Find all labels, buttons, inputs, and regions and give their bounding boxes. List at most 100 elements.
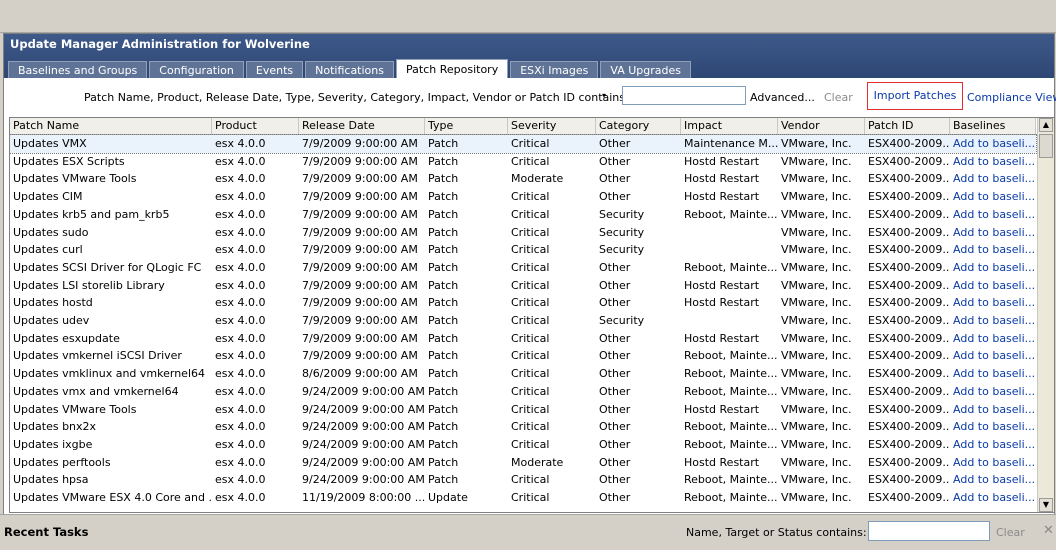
table-row[interactable]: Updates udev esx 4.0.0 7/9/2009 9:00:00 AM… bbox=[10, 312, 1036, 330]
table-row[interactable]: Updates perftools esx 4.0.0 9/24/2009 9:00… bbox=[10, 454, 1036, 472]
table-cell: 7/9/2009 9:00:00 AM bbox=[302, 243, 418, 257]
advanced-link[interactable]: Advanced... bbox=[750, 91, 815, 104]
table-cell: Patch bbox=[428, 314, 459, 327]
table-row[interactable]: Updates vmklinux and vmkernel64 esx 4.0.0… bbox=[10, 365, 1036, 383]
table-cell: Other bbox=[599, 384, 631, 398]
add-to-baseline-link[interactable]: Add to baseli... bbox=[950, 365, 1036, 382]
table-row[interactable]: Updates hpsa esx 4.0.0 9/24/2009 9:00:00 A… bbox=[10, 471, 1036, 489]
add-to-baseline-link[interactable]: Add to baseli... bbox=[950, 277, 1036, 294]
table-cell: VMware, Inc. bbox=[781, 207, 852, 221]
table-cell: Other bbox=[599, 296, 631, 310]
column-header-patch-id[interactable]: Patch ID bbox=[865, 118, 950, 134]
table-row[interactable]: Updates VMware Tools esx 4.0.0 9/24/2009 9… bbox=[10, 401, 1036, 419]
column-header-type[interactable]: Type bbox=[425, 118, 508, 134]
table-cell: Security bbox=[599, 225, 645, 239]
scroll-thumb[interactable] bbox=[1039, 134, 1053, 158]
table-cell: Reboot, Mainte... bbox=[684, 260, 778, 274]
add-to-baseline-link[interactable]: Add to baseli... bbox=[950, 294, 1036, 311]
add-to-baseline-link[interactable]: Add to baseli... bbox=[950, 206, 1036, 223]
scroll-up-icon[interactable]: ▲ bbox=[1039, 118, 1053, 132]
close-icon[interactable]: ✕ bbox=[1043, 523, 1054, 538]
table-row[interactable]: Updates ESX Scripts esx 4.0.0 7/9/2009 9:0… bbox=[10, 153, 1036, 171]
column-header-category[interactable]: Category bbox=[596, 118, 681, 134]
filter-dropdown-icon[interactable]: ▾ bbox=[602, 91, 606, 100]
table-cell: Hostd Restart bbox=[684, 296, 760, 310]
table-cell: Patch bbox=[428, 278, 459, 292]
column-header-baselines[interactable]: Baselines bbox=[950, 118, 1036, 134]
table-cell: Updates hostd bbox=[13, 296, 93, 310]
table-row[interactable]: Updates krb5 and pam_krb5 esx 4.0.0 7/9/20… bbox=[10, 206, 1036, 224]
add-to-baseline-link[interactable]: Add to baseli... bbox=[950, 224, 1036, 241]
add-to-baseline-link[interactable]: Add to baseli... bbox=[950, 188, 1036, 205]
table-cell: Moderate bbox=[511, 172, 564, 186]
table-cell: Other bbox=[599, 402, 631, 416]
import-patches-link[interactable]: Import Patches bbox=[867, 82, 963, 110]
table-cell: esx 4.0.0 bbox=[215, 331, 266, 345]
table-cell: Patch bbox=[428, 243, 459, 257]
add-to-baseline-link[interactable]: Add to baseli... bbox=[950, 241, 1036, 258]
tab-patch-repository[interactable]: Patch Repository bbox=[396, 59, 509, 79]
tab-events[interactable]: Events bbox=[245, 61, 304, 79]
add-to-baseline-link[interactable]: Add to baseli... bbox=[950, 471, 1036, 488]
tasks-filter-input[interactable] bbox=[868, 521, 990, 541]
table-row[interactable]: Updates hostd esx 4.0.0 7/9/2009 9:00:00 A… bbox=[10, 294, 1036, 312]
add-to-baseline-link[interactable]: Add to baseli... bbox=[950, 259, 1036, 276]
add-to-baseline-link[interactable]: Add to baseli... bbox=[950, 330, 1036, 347]
add-to-baseline-link[interactable]: Add to baseli... bbox=[950, 489, 1036, 506]
add-to-baseline-link[interactable]: Add to baseli... bbox=[950, 312, 1036, 329]
table-cell: 7/9/2009 9:00:00 AM bbox=[302, 207, 418, 221]
table-cell: 9/24/2009 9:00:00 AM bbox=[302, 420, 425, 434]
table-cell: Reboot, Mainte... bbox=[684, 349, 778, 363]
table-cell: Patch bbox=[428, 260, 459, 274]
table-row[interactable]: Updates sudo esx 4.0.0 7/9/2009 9:00:00 AM… bbox=[10, 224, 1036, 242]
table-row[interactable]: Updates curl esx 4.0.0 7/9/2009 9:00:00 AM… bbox=[10, 241, 1036, 259]
table-row[interactable]: Updates SCSI Driver for QLogic FC esx 4.0… bbox=[10, 259, 1036, 277]
panel-title: Update Manager Administration for Wolver… bbox=[10, 37, 310, 51]
tab-notifications[interactable]: Notifications bbox=[305, 61, 394, 79]
column-header-severity[interactable]: Severity bbox=[508, 118, 596, 134]
add-to-baseline-link[interactable]: Add to baseli... bbox=[950, 401, 1036, 418]
table-row[interactable]: Updates VMX esx 4.0.0 7/9/2009 9:00:00 AM P… bbox=[10, 134, 1037, 154]
table-cell: 7/9/2009 9:00:00 AM bbox=[302, 296, 418, 310]
add-to-baseline-link[interactable]: Add to baseli... bbox=[950, 153, 1036, 170]
column-header-vendor[interactable]: Vendor bbox=[778, 118, 865, 134]
tab-esxi-images[interactable]: ESXi Images bbox=[510, 61, 599, 79]
scroll-down-icon[interactable]: ▼ bbox=[1039, 498, 1053, 512]
table-cell: Moderate bbox=[511, 455, 564, 469]
add-to-baseline-link[interactable]: Add to baseli... bbox=[950, 170, 1036, 187]
tasks-filter-label[interactable]: Name, Target or Status contains: ▾ bbox=[686, 526, 874, 539]
add-to-baseline-link[interactable]: Add to baseli... bbox=[950, 347, 1036, 364]
table-cell: Updates ixgbe bbox=[13, 437, 93, 451]
table-cell: 9/24/2009 9:00:00 AM bbox=[302, 437, 425, 451]
add-to-baseline-link[interactable]: Add to baseli... bbox=[950, 383, 1036, 400]
tasks-clear-link[interactable]: Clear bbox=[996, 526, 1025, 539]
tab-configuration[interactable]: Configuration bbox=[149, 61, 244, 79]
add-to-baseline-link[interactable]: Add to baseli... bbox=[950, 436, 1036, 453]
column-header-release-date[interactable]: Release Date bbox=[299, 118, 425, 134]
add-to-baseline-link[interactable]: Add to baseli... bbox=[950, 418, 1036, 435]
table-row[interactable]: Updates VMware Tools esx 4.0.0 7/9/2009 9:… bbox=[10, 170, 1036, 188]
table-cell: 7/9/2009 9:00:00 AM bbox=[302, 278, 418, 292]
clear-filter-link[interactable]: Clear bbox=[824, 91, 853, 104]
column-header-impact[interactable]: Impact bbox=[681, 118, 778, 134]
tab-va-upgrades[interactable]: VA Upgrades bbox=[600, 61, 692, 79]
table-row[interactable]: Updates vmx and vmkernel64 esx 4.0.0 9/24/… bbox=[10, 383, 1036, 401]
add-to-baseline-link[interactable]: Add to baseli... bbox=[950, 135, 1036, 152]
table-cell: 7/9/2009 9:00:00 AM bbox=[302, 314, 418, 327]
table-row[interactable]: Updates LSI storelib Library esx 4.0.0 7/9… bbox=[10, 277, 1036, 295]
table-cell: esx 4.0.0 bbox=[215, 190, 266, 204]
table-row[interactable]: Updates CIM esx 4.0.0 7/9/2009 9:00:00 AM P… bbox=[10, 188, 1036, 206]
table-cell: 7/9/2009 9:00:00 AM bbox=[302, 349, 418, 363]
column-header-patch-name[interactable]: Patch Name bbox=[10, 118, 212, 134]
vertical-scrollbar[interactable]: ▲ ▼ bbox=[1037, 118, 1054, 512]
table-row[interactable]: Updates vmkernel iSCSI Driver esx 4.0.0 7/… bbox=[10, 347, 1036, 365]
table-row[interactable]: Updates ixgbe esx 4.0.0 9/24/2009 9:00:00 … bbox=[10, 436, 1036, 454]
compliance-view-link[interactable]: Compliance View bbox=[967, 91, 1056, 104]
column-header-product[interactable]: Product bbox=[212, 118, 299, 134]
add-to-baseline-link[interactable]: Add to baseli... bbox=[950, 454, 1036, 471]
tab-baselines-and-groups[interactable]: Baselines and Groups bbox=[8, 61, 148, 79]
filter-input[interactable] bbox=[622, 86, 746, 105]
table-row[interactable]: Updates VMware ESX 4.0 Core and ... esx 4… bbox=[10, 489, 1036, 507]
table-row[interactable]: Updates bnx2x esx 4.0.0 9/24/2009 9:00:00 … bbox=[10, 418, 1036, 436]
table-row[interactable]: Updates esxupdate esx 4.0.0 7/9/2009 9:00:… bbox=[10, 330, 1036, 348]
